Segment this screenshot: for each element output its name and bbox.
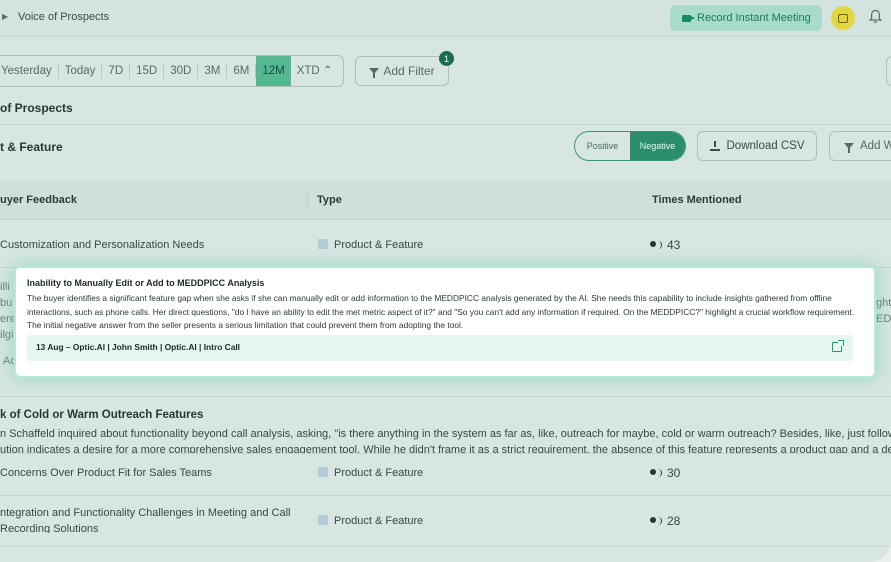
section-title: of Prospects	[0, 101, 73, 115]
feedback-detail-popup: Inability to Manually Edit or Add to MED…	[16, 268, 874, 376]
type-cell: Product & Feature	[318, 467, 423, 479]
add-widget-label: Add W	[860, 140, 891, 152]
popup-body: The buyer identifies a significant featu…	[27, 293, 855, 331]
range-12m[interactable]: 12M	[256, 56, 291, 86]
collapse-caret-icon[interactable]: ▶	[2, 12, 8, 21]
col-feedback[interactable]: uyer Feedback	[0, 194, 77, 206]
partial-text: ED	[876, 313, 891, 325]
section-subtitle: t & Feature	[0, 140, 63, 154]
date-range-selector: Yesterday Today 7D 15D 30D 3M 6M 12M XTD…	[0, 55, 344, 87]
feedback-cell-line2: Recording Solutions	[0, 523, 99, 533]
range-6m[interactable]: 6M	[227, 63, 257, 79]
range-7d[interactable]: 7D	[102, 63, 131, 79]
count-value: 30	[667, 466, 681, 480]
count-value: 43	[667, 238, 681, 252]
popup-title: Inability to Manually Edit or Add to MED…	[27, 278, 265, 288]
call-reference-label: 13 Aug – Optic.AI | John Smith | Optic.A…	[36, 342, 241, 352]
breadcrumb[interactable]: Voice of Prospects	[18, 11, 109, 23]
call-reference[interactable]: 13 Aug – Optic.AI | John Smith | Optic.A…	[27, 335, 853, 361]
col-times-mentioned[interactable]: Times Mentioned	[652, 194, 742, 206]
bell-icon[interactable]	[869, 9, 882, 24]
table-row[interactable]: Concerns Over Product Fit for Sales Team…	[0, 453, 891, 496]
expanded-row-text: n Schaffeld inquired about functionality…	[0, 426, 891, 454]
download-csv-label: Download CSV	[726, 140, 805, 152]
range-yesterday[interactable]: Yesterday	[0, 63, 59, 79]
range-xtd-label: XTD	[296, 65, 320, 77]
record-button-label: Record Instant Meeting	[697, 12, 811, 24]
expanded-text-line: n Schaffeld inquired about functionality…	[0, 428, 891, 440]
divider	[0, 124, 891, 125]
toggle-negative[interactable]: Negative	[630, 132, 685, 160]
type-label: Product & Feature	[334, 467, 424, 479]
funnel-icon	[369, 68, 380, 78]
expanded-row-title[interactable]: k of Cold or Warm Outreach Features	[0, 409, 203, 421]
top-bar: ▶ Voice of Prospects Record Instant Meet…	[0, 0, 891, 37]
chevron-up-icon: ⌃	[322, 65, 333, 77]
app-frame: ▶ Voice of Prospects Record Instant Meet…	[0, 0, 891, 562]
speaker-icon	[650, 241, 662, 250]
feedback-cell: ntegration and Functionality Challenges …	[0, 507, 291, 519]
partial-text: Ac	[3, 355, 16, 367]
table-row[interactable]: Customization and Personalization Needs …	[0, 221, 891, 268]
feedback-cell: Concerns Over Product Fit for Sales Team…	[0, 467, 212, 479]
external-link-icon[interactable]	[832, 340, 844, 352]
download-csv-button[interactable]: Download CSV	[697, 131, 817, 161]
col-type[interactable]: Type	[317, 194, 342, 206]
type-label: Product & Feature	[334, 515, 424, 527]
type-cell: Product & Feature	[318, 515, 423, 527]
type-label: Product & Feature	[334, 239, 424, 251]
range-xtd[interactable]: XTD ⌃	[291, 63, 339, 79]
count-value: 28	[667, 514, 681, 528]
column-divider	[307, 190, 308, 210]
chat-button[interactable]	[831, 6, 855, 30]
edge-button[interactable]	[886, 56, 891, 86]
toggle-positive[interactable]: Positive	[575, 132, 630, 160]
range-today[interactable]: Today	[59, 63, 103, 79]
type-tag-icon	[318, 515, 328, 525]
feedback-cell: Customization and Personalization Needs	[0, 239, 205, 251]
table-row[interactable]: ntegration and Functionality Challenges …	[0, 497, 891, 547]
range-3m[interactable]: 3M	[198, 63, 228, 79]
sentiment-toggle: Positive Negative	[574, 131, 686, 161]
video-camera-icon	[682, 14, 695, 22]
download-icon	[709, 141, 720, 151]
add-filter-button[interactable]: Add Filter	[355, 56, 449, 86]
table-header: uyer Feedback Type Times Mentioned	[0, 180, 891, 220]
record-instant-meeting-button[interactable]: Record Instant Meeting	[670, 5, 822, 31]
add-widget-button[interactable]: Add W	[829, 131, 891, 161]
partial-text: ere	[0, 313, 16, 325]
funnel-icon	[844, 143, 854, 153]
row-divider	[0, 396, 891, 397]
range-30d[interactable]: 30D	[164, 63, 199, 79]
type-cell: Product & Feature	[318, 239, 423, 251]
add-filter-label: Add Filter	[383, 64, 435, 78]
count-cell: 30	[650, 466, 680, 480]
count-cell: 43	[650, 238, 680, 252]
partial-text: ilgi	[0, 329, 14, 341]
range-15d[interactable]: 15D	[130, 63, 165, 79]
speaker-icon	[650, 469, 662, 478]
count-cell: 28	[650, 514, 680, 528]
type-tag-icon	[318, 467, 328, 477]
partial-text: bu	[0, 297, 13, 309]
speaker-icon	[650, 517, 662, 526]
partial-text: illi	[0, 281, 10, 293]
chat-icon	[838, 13, 848, 23]
partial-text: ght	[876, 297, 891, 309]
filter-count-badge: 1	[439, 51, 454, 66]
type-tag-icon	[318, 239, 328, 249]
